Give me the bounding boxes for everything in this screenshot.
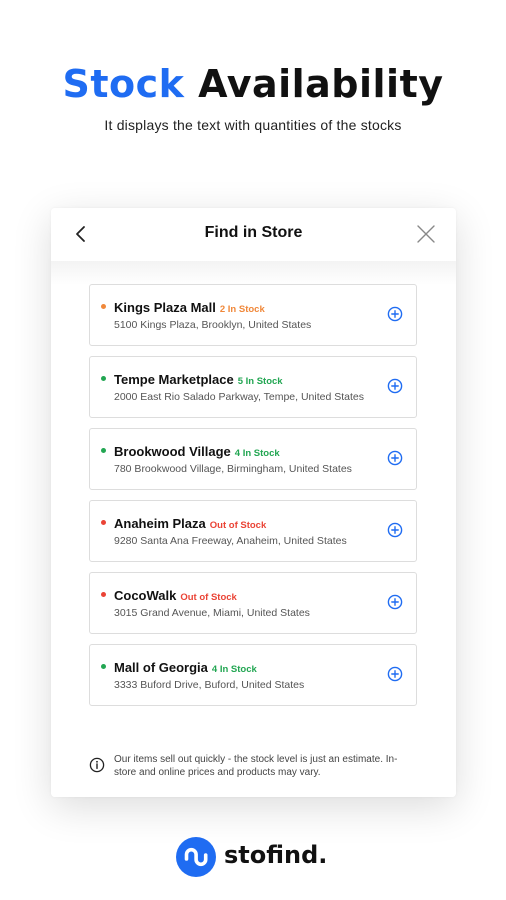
store-list: Kings Plaza Mall 2 In Stock 5100 Kings Pla… (89, 284, 417, 716)
store-address: 780 Brookwood Village, Birmingham, Unite… (114, 463, 352, 475)
store-item[interactable]: Brookwood Village 4 In Stock 780 Brookwood… (89, 428, 417, 490)
store-name-line: Brookwood Village 4 In Stock (114, 443, 280, 461)
store-name: CocoWalk (114, 588, 177, 603)
stock-status-label: 4 In Stock (211, 664, 257, 675)
stock-status-dot (101, 376, 106, 381)
stock-status-label: 2 In Stock (219, 304, 265, 315)
stock-status-dot (101, 592, 106, 597)
add-circle-icon[interactable] (387, 594, 403, 610)
add-circle-icon[interactable] (387, 378, 403, 394)
add-circle-icon[interactable] (387, 666, 403, 682)
store-name: Anaheim Plaza (114, 516, 206, 531)
store-item[interactable]: CocoWalk Out of Stock 3015 Grand Avenue, M… (89, 572, 417, 634)
headline-rest: Availability (198, 62, 444, 106)
store-name-line: CocoWalk Out of Stock (114, 587, 237, 605)
store-name-line: Kings Plaza Mall 2 In Stock (114, 299, 265, 317)
stock-status-dot (101, 520, 106, 525)
store-name: Tempe Marketplace (114, 372, 234, 387)
modal-header: Find in Store (51, 208, 456, 261)
store-address: 3015 Grand Avenue, Miami, United States (114, 607, 310, 619)
add-circle-icon[interactable] (387, 450, 403, 466)
close-icon (417, 225, 435, 243)
stock-status-dot (101, 304, 106, 309)
store-item[interactable]: Anaheim Plaza Out of Stock 9280 Santa Ana … (89, 500, 417, 562)
brand-footer: stofind. (176, 837, 346, 877)
close-button[interactable] (414, 222, 438, 246)
add-circle-icon[interactable] (387, 522, 403, 538)
store-address: 5100 Kings Plaza, Brooklyn, United State… (114, 319, 312, 331)
stock-status-dot (101, 448, 106, 453)
store-address: 2000 East Rio Salado Parkway, Tempe, Uni… (114, 391, 365, 403)
store-item[interactable]: Kings Plaza Mall 2 In Stock 5100 Kings Pla… (89, 284, 417, 346)
modal-body: Kings Plaza Mall 2 In Stock 5100 Kings Pla… (51, 261, 456, 797)
notice-text: Our items sell out quickly - the stock l… (114, 754, 398, 778)
promo-headline: Stock Availability (0, 62, 506, 106)
info-icon (89, 757, 105, 773)
stock-status-label: 4 In Stock (234, 448, 280, 459)
modal-title: Find in Store (204, 224, 303, 241)
stofind-logo-icon (176, 837, 216, 877)
store-name: Brookwood Village (114, 444, 231, 459)
stock-status-label: Out of Stock (180, 592, 237, 603)
store-item[interactable]: Mall of Georgia 4 In Stock 3333 Buford Dri… (89, 644, 417, 706)
store-name: Mall of Georgia (114, 660, 208, 675)
promo-subheadline: It displays the text with quantities of … (104, 117, 402, 133)
stock-status-dot (101, 664, 106, 669)
find-in-store-modal: Find in Store Kings Plaza Mall 2 In Stock… (51, 208, 456, 797)
store-name-line: Mall of Georgia 4 In Stock (114, 659, 257, 677)
store-address: 3333 Buford Drive, Buford, United States (114, 679, 305, 691)
store-name: Kings Plaza Mall (114, 300, 216, 315)
headline-accent: Stock (62, 62, 185, 106)
store-name-line: Tempe Marketplace 5 In Stock (114, 371, 283, 389)
store-item[interactable]: Tempe Marketplace 5 In Stock 2000 East Rio… (89, 356, 417, 418)
brand-name: stofind. (224, 841, 328, 869)
stock-status-label: 5 In Stock (237, 376, 283, 387)
store-name-line: Anaheim Plaza Out of Stock (114, 515, 266, 533)
stock-status-label: Out of Stock (209, 520, 267, 531)
add-circle-icon[interactable] (387, 306, 403, 322)
store-address: 9280 Santa Ana Freeway, Anaheim, United … (114, 535, 347, 547)
